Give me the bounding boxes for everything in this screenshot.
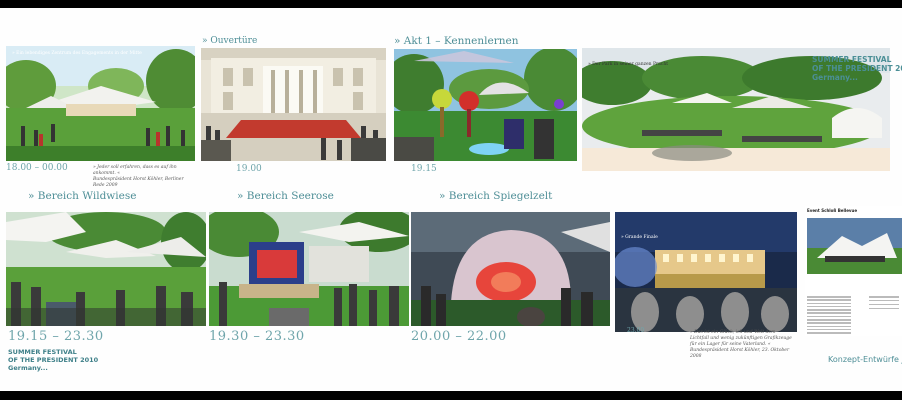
concept-label: Konzept-Entwürfe Jam [828,355,902,364]
doc-photo [807,218,902,274]
brand-summer-festival-top: SUMMER FESTIVAL OF THE PRESIDENT 2010 Ge… [812,55,902,82]
brand-summer-festival-bottom: SUMMER FESTIVAL OF THE PRESIDENT 2010 Ge… [8,348,99,372]
quote-img8: » Das ist ein Glück, ich und Welt dem Li… [690,330,792,359]
doc-title: Event Schloß Bellevue [807,208,858,213]
label-seerose: » Bereich Seerose [237,190,334,202]
time-2300: 23.00 [627,327,645,334]
presentation-sheet: » Ein lebendiges Zentrum des Engagements… [0,8,902,391]
image-akt1-dancers [394,49,577,161]
time-1930-2330: 19.30 – 23.30 [209,329,305,344]
label-wildwiese: » Bereich Wildwiese [28,190,137,202]
time-1915: 19.15 [411,164,437,174]
label-ouverture: » Ouvertüre [202,36,258,46]
image-grande-finale [615,212,797,332]
image-seerose-stage [209,212,409,326]
doc-text-block [807,296,851,336]
overlay-text-grande-finale: » Grande Finale [621,235,658,240]
overlay-text-park: » Der Park in seiner ganzen Pracht [588,62,669,67]
image-festival-center [6,46,195,161]
time-1915-2330: 19.15 – 23.30 [8,329,104,344]
time-1800-0000: 18.00 – 00.00 [6,163,68,173]
label-akt1: » Akt 1 – Kennenlernen [394,35,519,47]
image-wildwiese-tents [6,212,206,326]
time-1900: 19.00 [236,164,262,174]
image-ouverture-palace [201,48,386,161]
document-thumbnail: Event Schloß Bellevue [805,206,902,336]
image-spiegelzelt-dome [411,212,610,326]
quote-img1: » Jeder soll erfahren, dass es auf ihn a… [93,165,184,188]
overlay-text-center: » Ein lebendiges Zentrum des Engagements… [12,51,142,56]
time-2000-2200: 20.00 – 22.00 [411,329,507,344]
doc-side-block [869,296,899,312]
label-spiegelzelt: » Bereich Spiegelzelt [439,190,553,202]
